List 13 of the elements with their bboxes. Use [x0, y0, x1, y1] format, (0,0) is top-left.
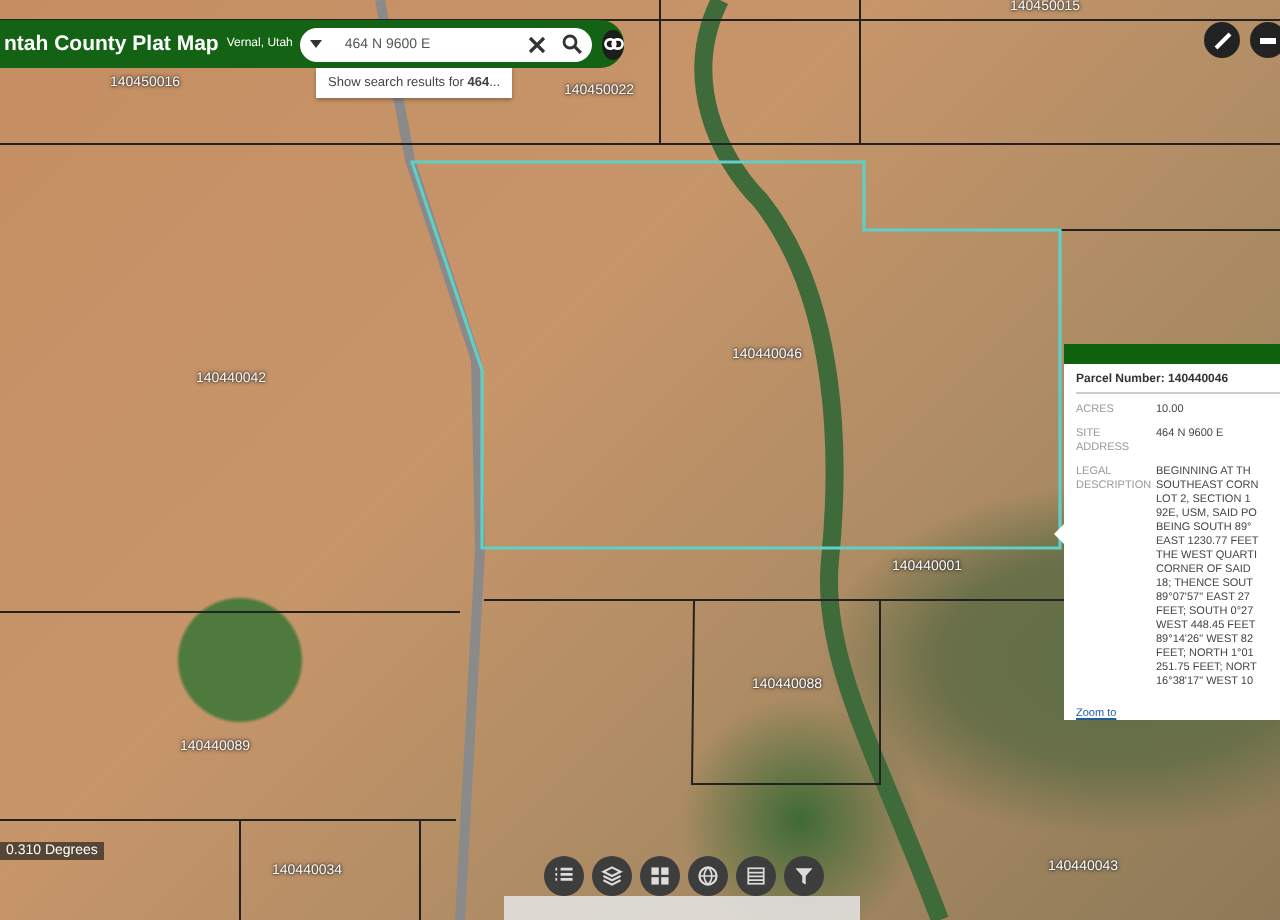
- minus-icon: [1260, 37, 1276, 43]
- layers-icon: [600, 864, 624, 888]
- filter-icon: [792, 864, 816, 888]
- pencil-icon: [1213, 31, 1231, 49]
- grid-icon: [648, 864, 672, 888]
- table-icon: [744, 864, 768, 888]
- search-icon[interactable]: [562, 34, 583, 54]
- caret-icon[interactable]: [310, 40, 323, 48]
- app-title: ntah County Plat Map: [4, 32, 219, 56]
- globe-icon: [696, 864, 720, 888]
- link-button[interactable]: [602, 29, 624, 59]
- close-icon[interactable]: [528, 35, 547, 53]
- link-icon: [603, 38, 624, 50]
